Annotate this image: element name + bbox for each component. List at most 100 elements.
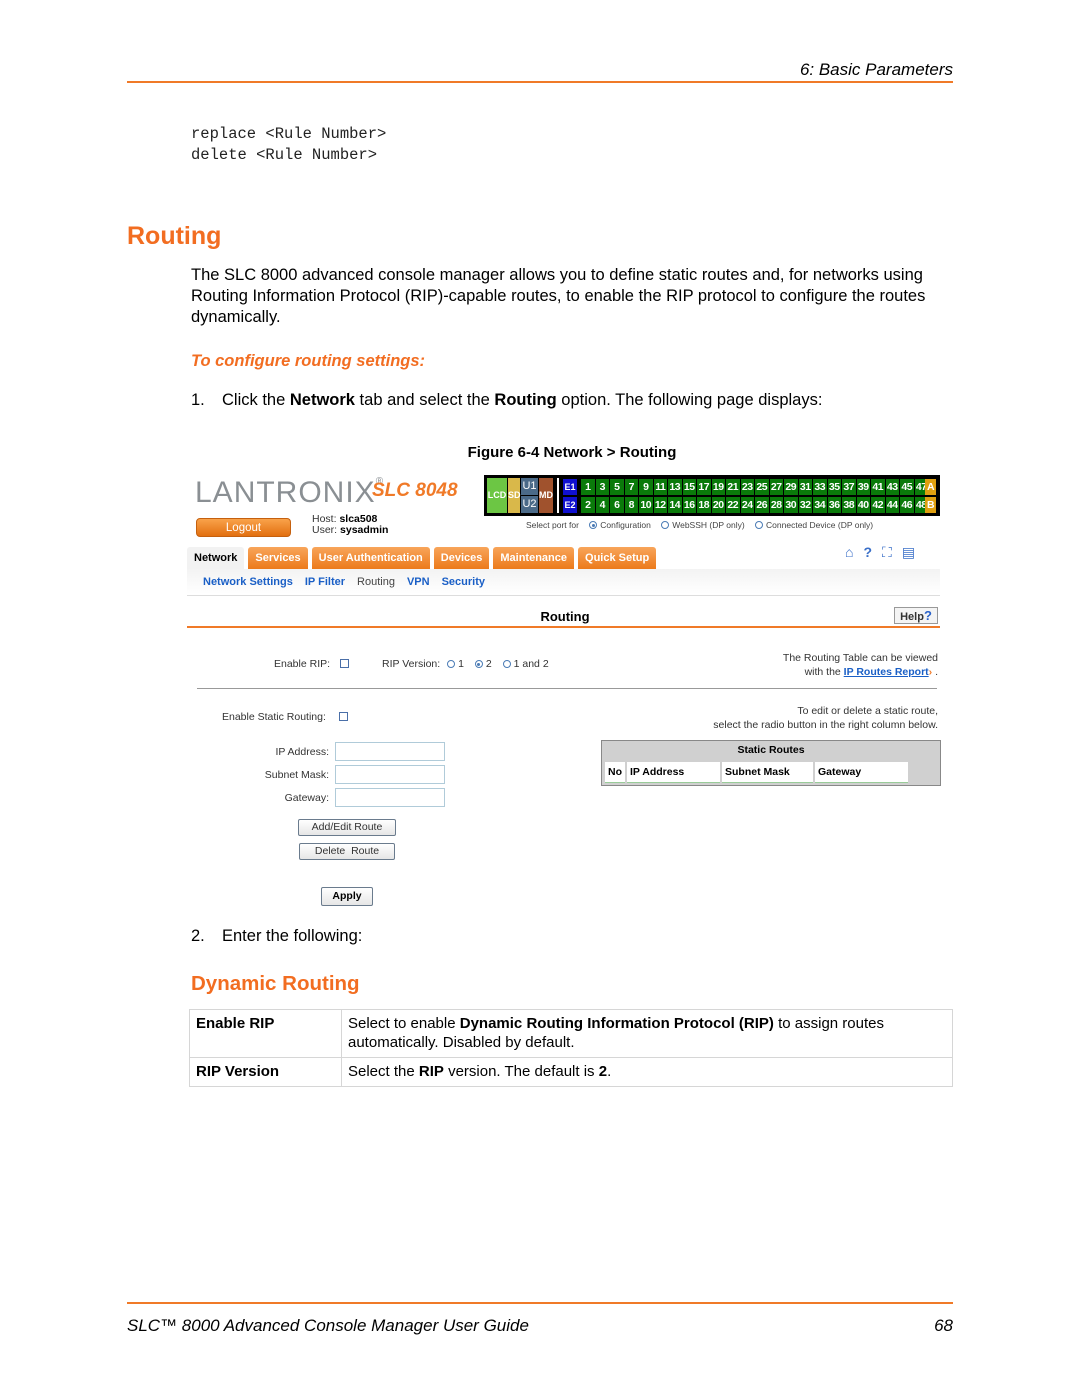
host-info: Host: slca508 User: sysadmin [312,514,388,536]
port-5[interactable]: 5 [610,479,624,495]
u1-indicator[interactable]: U1 [521,478,538,495]
port-14[interactable]: 14 [668,497,682,513]
port-40[interactable]: 40 [856,497,870,513]
port-24[interactable]: 24 [740,497,754,513]
add-edit-route-button[interactable]: Add/Edit Route [298,819,396,836]
subnav-network-settings[interactable]: Network Settings [203,576,293,588]
tab-quick-setup[interactable]: Quick Setup [578,547,657,569]
port-19[interactable]: 19 [711,479,725,495]
apply-button[interactable]: Apply [321,887,373,906]
panel-divider [557,478,559,513]
port-45[interactable]: 45 [900,479,914,495]
port-17[interactable]: 17 [697,479,711,495]
port-status-panel: LCD SD U1 U2 MD E1 E2 1 3 5 7 9 11 13 15 17 19 21 2… [484,475,940,516]
port-7[interactable]: 7 [624,479,638,495]
port-38[interactable]: 38 [842,497,856,513]
enable-static-routing-checkbox[interactable] [339,712,348,721]
figure-caption: Figure 6-4 Network > Routing [467,444,677,461]
tab-maintenance[interactable]: Maintenance [493,547,575,569]
note-line: with the [804,666,841,678]
radio-configuration[interactable] [589,521,598,529]
port-35[interactable]: 35 [827,479,841,495]
subnet-mask-input[interactable] [335,765,445,784]
subnav-vpn[interactable]: VPN [407,576,430,588]
footer-title: SLC™ 8000 Advanced Console Manager User … [127,1316,529,1335]
log-icon[interactable]: ▤ [902,544,915,561]
port-1[interactable]: 1 [581,479,595,495]
ip-routes-report-link[interactable]: IP Routes Report [844,666,929,678]
home-icon[interactable]: ⌂ [845,544,853,561]
rip-version-1and2-radio[interactable] [502,660,511,668]
gateway-input[interactable] [335,788,445,807]
port-39[interactable]: 39 [856,479,870,495]
port-21[interactable]: 21 [726,479,740,495]
ip-address-input[interactable] [335,742,445,761]
port-32[interactable]: 32 [798,497,812,513]
help-button[interactable]: Help? [894,607,938,624]
md-indicator[interactable]: MD [539,478,553,513]
port-25[interactable]: 25 [755,479,769,495]
rip-version-1-radio[interactable] [447,660,456,668]
step-number: 2. [191,927,205,945]
port-27[interactable]: 27 [769,479,783,495]
port-2[interactable]: 2 [581,497,595,513]
port-36[interactable]: 36 [827,497,841,513]
port-11[interactable]: 11 [653,479,667,495]
port-3[interactable]: 3 [595,479,609,495]
port-43[interactable]: 43 [885,479,899,495]
desc-bold: RIP [418,1063,444,1080]
e2-indicator[interactable]: E2 [563,497,577,513]
radio-connected-device[interactable] [755,521,764,529]
step-bold-routing: Routing [494,391,557,409]
port-33[interactable]: 33 [813,479,827,495]
subnav-security[interactable]: Security [442,576,485,588]
tab-network[interactable]: Network [187,547,245,569]
logout-button[interactable]: Logout [196,518,291,537]
sd-indicator[interactable]: SD [508,478,521,513]
help-icon[interactable]: ? [863,544,872,561]
delete-route-button[interactable]: Delete Route [299,843,395,860]
port-20[interactable]: 20 [711,497,725,513]
port-b[interactable]: B [925,497,936,513]
port-28[interactable]: 28 [769,497,783,513]
u2-indicator[interactable]: U2 [521,496,538,513]
port-12[interactable]: 12 [653,497,667,513]
lantronix-logo: LANTRONIX® [195,476,384,510]
port-18[interactable]: 18 [697,497,711,513]
tab-user-authentication[interactable]: User Authentication [311,547,430,569]
port-16[interactable]: 16 [682,497,696,513]
fullscreen-icon[interactable]: ⛶ [882,544,892,561]
port-15[interactable]: 15 [682,479,696,495]
port-26[interactable]: 26 [755,497,769,513]
rip-version-2-radio[interactable] [474,660,483,668]
port-13[interactable]: 13 [668,479,682,495]
port-9[interactable]: 9 [639,479,653,495]
port-4[interactable]: 4 [595,497,609,513]
port-37[interactable]: 37 [842,479,856,495]
port-41[interactable]: 41 [871,479,885,495]
subnav-ip-filter[interactable]: IP Filter [305,576,345,588]
tab-services[interactable]: Services [248,547,308,569]
tab-devices[interactable]: Devices [433,547,490,569]
port-31[interactable]: 31 [798,479,812,495]
port-22[interactable]: 22 [726,497,740,513]
port-44[interactable]: 44 [885,497,899,513]
enable-rip-checkbox[interactable] [340,659,349,668]
port-10[interactable]: 10 [639,497,653,513]
radio-webssh[interactable] [661,521,670,529]
port-23[interactable]: 23 [740,479,754,495]
procedure-title: To configure routing settings: [191,352,426,370]
port-34[interactable]: 34 [813,497,827,513]
port-29[interactable]: 29 [784,479,798,495]
table-row: RIP Version Select the RIP version. The … [189,1057,953,1087]
port-46[interactable]: 46 [900,497,914,513]
port-6[interactable]: 6 [610,497,624,513]
port-a[interactable]: A [925,479,936,495]
port-30[interactable]: 30 [784,497,798,513]
ip-address-label: IP Address: [275,746,329,758]
port-8[interactable]: 8 [624,497,638,513]
lcd-indicator[interactable]: LCD [487,478,507,513]
port-42[interactable]: 42 [871,497,885,513]
subnav-routing[interactable]: Routing [357,576,395,588]
e1-indicator[interactable]: E1 [563,479,577,495]
